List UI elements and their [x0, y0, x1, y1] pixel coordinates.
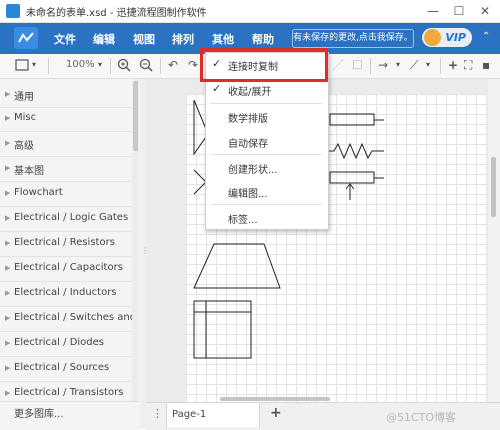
menu-divider	[210, 204, 322, 205]
menu-item-autosave[interactable]: 自动保存	[206, 131, 326, 153]
flow-logo-icon	[14, 27, 38, 49]
shadow-icon[interactable]: ☐	[352, 57, 363, 73]
library-category[interactable]: ▶ Electrical / Capacitors	[0, 257, 132, 282]
resistor-rect-shape[interactable]	[329, 113, 384, 126]
page-tab-label: Page-1	[172, 409, 207, 420]
waypoint-dropdown-icon[interactable]: ▾	[426, 57, 430, 73]
internal-storage-shape[interactable]	[193, 300, 252, 359]
expand-arrow-icon: ▶	[5, 139, 11, 147]
canvas-vertical-scroll-thumb[interactable]	[491, 157, 496, 217]
menu-divider	[210, 154, 322, 155]
library-category[interactable]: ▶ Flowchart	[0, 182, 132, 207]
maximize-button[interactable]: ☐	[446, 3, 472, 19]
connector-icon[interactable]: →	[378, 57, 388, 73]
library-category[interactable]: ▶ Misc	[0, 107, 132, 132]
menu-arrange[interactable]: 排列	[172, 31, 194, 47]
menu-view[interactable]: 视图	[133, 31, 155, 47]
connector-dropdown-icon[interactable]: ▾	[396, 57, 400, 73]
menu-help[interactable]: 帮助	[252, 31, 274, 47]
toolbar-divider	[440, 58, 441, 74]
expand-arrow-icon: ▶	[5, 314, 11, 322]
canvas-horizontal-scroll-thumb[interactable]	[220, 397, 330, 401]
zoom-level[interactable]: 100%	[66, 59, 95, 70]
expand-arrow-icon: ▶	[5, 90, 11, 98]
collapse-menu-icon[interactable]: ⌃	[482, 31, 490, 42]
zoom-in-icon[interactable]	[116, 57, 132, 77]
fit-icon[interactable]: ⛶	[464, 57, 472, 73]
library-category[interactable]: ▶ Electrical / Diodes	[0, 332, 132, 357]
expand-arrow-icon: ▶	[5, 189, 11, 197]
waypoint-icon[interactable]: ⟋	[410, 57, 418, 73]
library-category[interactable]: ▶ Electrical / Sources	[0, 357, 132, 382]
expand-arrow-icon: ▶	[5, 339, 11, 347]
library-category[interactable]: ▶ 高级	[0, 132, 132, 157]
window-title: 未命名的表单.xsd - 迅捷流程图制作软件	[26, 8, 207, 19]
resistor-zigzag-shape[interactable]	[328, 142, 384, 160]
expand-arrow-icon: ▶	[5, 364, 11, 372]
expand-arrow-icon: ▶	[5, 389, 11, 397]
menu-other[interactable]: 其他	[212, 31, 234, 47]
zoom-dropdown-icon[interactable]: ▾	[98, 57, 102, 73]
menu-file[interactable]: 文件	[54, 31, 76, 47]
line-color-icon[interactable]: ／	[332, 57, 344, 73]
menu-item-tags[interactable]: 标签...	[206, 207, 326, 229]
library-category[interactable]: ▶ 通用	[0, 83, 132, 108]
overflow-icon[interactable]: ▪	[482, 57, 490, 73]
library-category[interactable]: ▶ Electrical / Switches and ...	[0, 307, 149, 332]
library-category[interactable]: ▶ Electrical / Logic Gates	[0, 207, 132, 232]
more-libraries-link[interactable]: 更多图库...	[14, 405, 64, 420]
library-category[interactable]: ▶ 基本图	[0, 157, 132, 182]
canvas-vertical-scrollbar[interactable]	[488, 79, 500, 402]
insert-icon[interactable]: +	[448, 57, 458, 73]
menu-edit[interactable]: 编辑	[93, 31, 115, 47]
page-menu-icon[interactable]: ⋮	[152, 407, 164, 420]
toolbar-divider	[160, 58, 161, 74]
expand-arrow-icon: ▶	[5, 264, 11, 272]
menu-item-collapse-expand[interactable]: ✓ 收起/展开	[206, 79, 326, 101]
unsaved-changes-notice[interactable]: 有未保存的更改,点击我保存。	[292, 29, 414, 48]
check-icon: ✓	[212, 82, 222, 95]
toolbar-divider	[48, 58, 49, 74]
zoom-out-icon[interactable]	[138, 57, 154, 77]
expand-arrow-icon: ▶	[5, 114, 11, 122]
page-view-icon[interactable]	[14, 57, 30, 77]
sidebar-scroll-thumb[interactable]	[133, 81, 138, 151]
expand-arrow-icon: ▶	[5, 239, 11, 247]
toolbar-divider	[110, 58, 111, 74]
undo-icon[interactable]: ↶	[168, 57, 178, 73]
library-category[interactable]: ▶ Electrical / Resistors	[0, 232, 132, 257]
page-view-dropdown-icon[interactable]: ▾	[32, 57, 36, 73]
minimize-button[interactable]: —	[420, 3, 446, 19]
menu-item-create-shape[interactable]: 创建形状...	[206, 157, 326, 179]
highlight-annotation-box	[200, 48, 328, 82]
expand-arrow-icon: ▶	[5, 164, 11, 172]
expand-arrow-icon: ▶	[5, 289, 11, 297]
watermark: @51CTO博客	[386, 411, 457, 424]
close-button[interactable]: ✕	[472, 3, 498, 19]
variable-resistor-shape[interactable]	[329, 171, 384, 200]
redo-icon[interactable]: ↷	[188, 57, 198, 73]
vip-mascot-icon	[424, 29, 441, 46]
trapezoid-shape[interactable]	[193, 243, 281, 289]
add-page-button[interactable]: +	[270, 405, 282, 421]
menu-divider	[210, 103, 322, 104]
expand-arrow-icon: ▶	[5, 214, 11, 222]
app-icon	[6, 4, 20, 18]
library-category[interactable]: ▶ Electrical / Inductors	[0, 282, 132, 307]
menu-item-math-typesetting[interactable]: 数学排版	[206, 106, 326, 128]
menu-item-edit-diagram[interactable]: 编辑图...	[206, 181, 326, 203]
toolbar-divider	[370, 58, 371, 74]
